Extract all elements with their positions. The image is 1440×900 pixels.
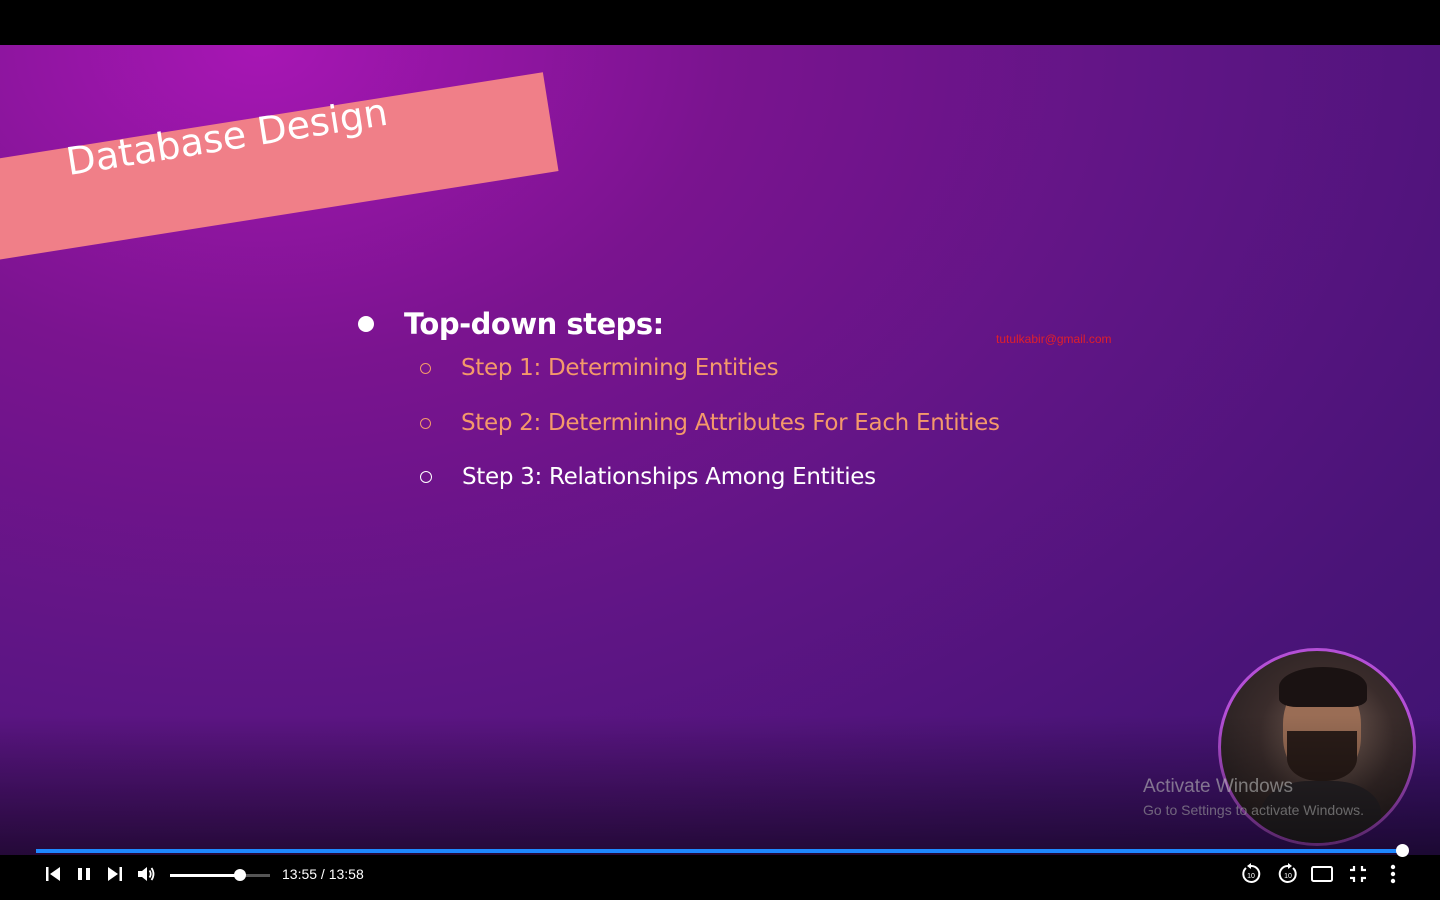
forward-10-icon: 10 [1278,863,1297,883]
step-label: Step 3: Relationships Among Entities [462,464,876,490]
step-item: Step 3: Relationships Among Entities [420,464,876,490]
circle-bullet-icon [420,362,431,374]
top-black-bar [0,0,1440,45]
theater-mode-button[interactable] [1310,863,1334,885]
slide-heading: Top-down steps: [404,307,664,341]
step-item: Step 2: Determining Attributes For Each … [420,410,1000,436]
previous-button[interactable] [44,863,62,885]
email-watermark: tutulkabir@gmail.com [996,332,1112,346]
svg-text:10: 10 [1247,873,1255,880]
more-options-icon [1390,864,1396,884]
previous-icon [46,867,60,881]
step-label: Step 1: Determining Entities [461,355,779,381]
step-label: Step 2: Determining Attributes For Each … [461,410,1000,436]
svg-text:10: 10 [1284,873,1292,880]
video-frame[interactable]: Database Design Top-down steps: Step 1: … [0,45,1440,855]
volume-icon [138,867,155,881]
progress-fill [36,849,1404,853]
exit-fullscreen-icon [1350,866,1366,882]
volume-slider[interactable] [170,869,270,881]
pause-button[interactable] [75,863,93,885]
circle-bullet-icon [420,471,432,483]
next-icon [108,867,122,881]
volume-knob[interactable] [234,869,246,881]
volume-button[interactable] [135,863,157,885]
next-button[interactable] [106,863,124,885]
bullet-dot-icon [358,316,374,332]
more-options-button[interactable] [1384,863,1402,885]
presenter-hair [1279,667,1367,707]
presenter-beard [1287,731,1357,781]
activate-line1: Activate Windows [1143,776,1293,797]
rewind-10-icon: 10 [1242,863,1261,883]
forward-10-button[interactable]: 10 [1277,863,1299,885]
theater-mode-icon [1311,866,1333,882]
player-controls-bar [0,855,1440,900]
activate-line2: Go to Settings to activate Windows. [1143,802,1364,818]
exit-fullscreen-button[interactable] [1347,863,1369,885]
activate-windows-watermark: Activate Windows Go to Settings to activ… [1143,776,1364,818]
time-display: 13:55 / 13:58 [282,866,364,882]
volume-fill [170,874,240,877]
pause-icon [78,868,90,880]
rewind-10-button[interactable]: 10 [1240,863,1262,885]
heading-bullet: Top-down steps: [358,307,664,341]
circle-bullet-icon [420,417,431,429]
progress-bar[interactable] [36,844,1410,857]
step-item: Step 1: Determining Entities [420,355,779,381]
